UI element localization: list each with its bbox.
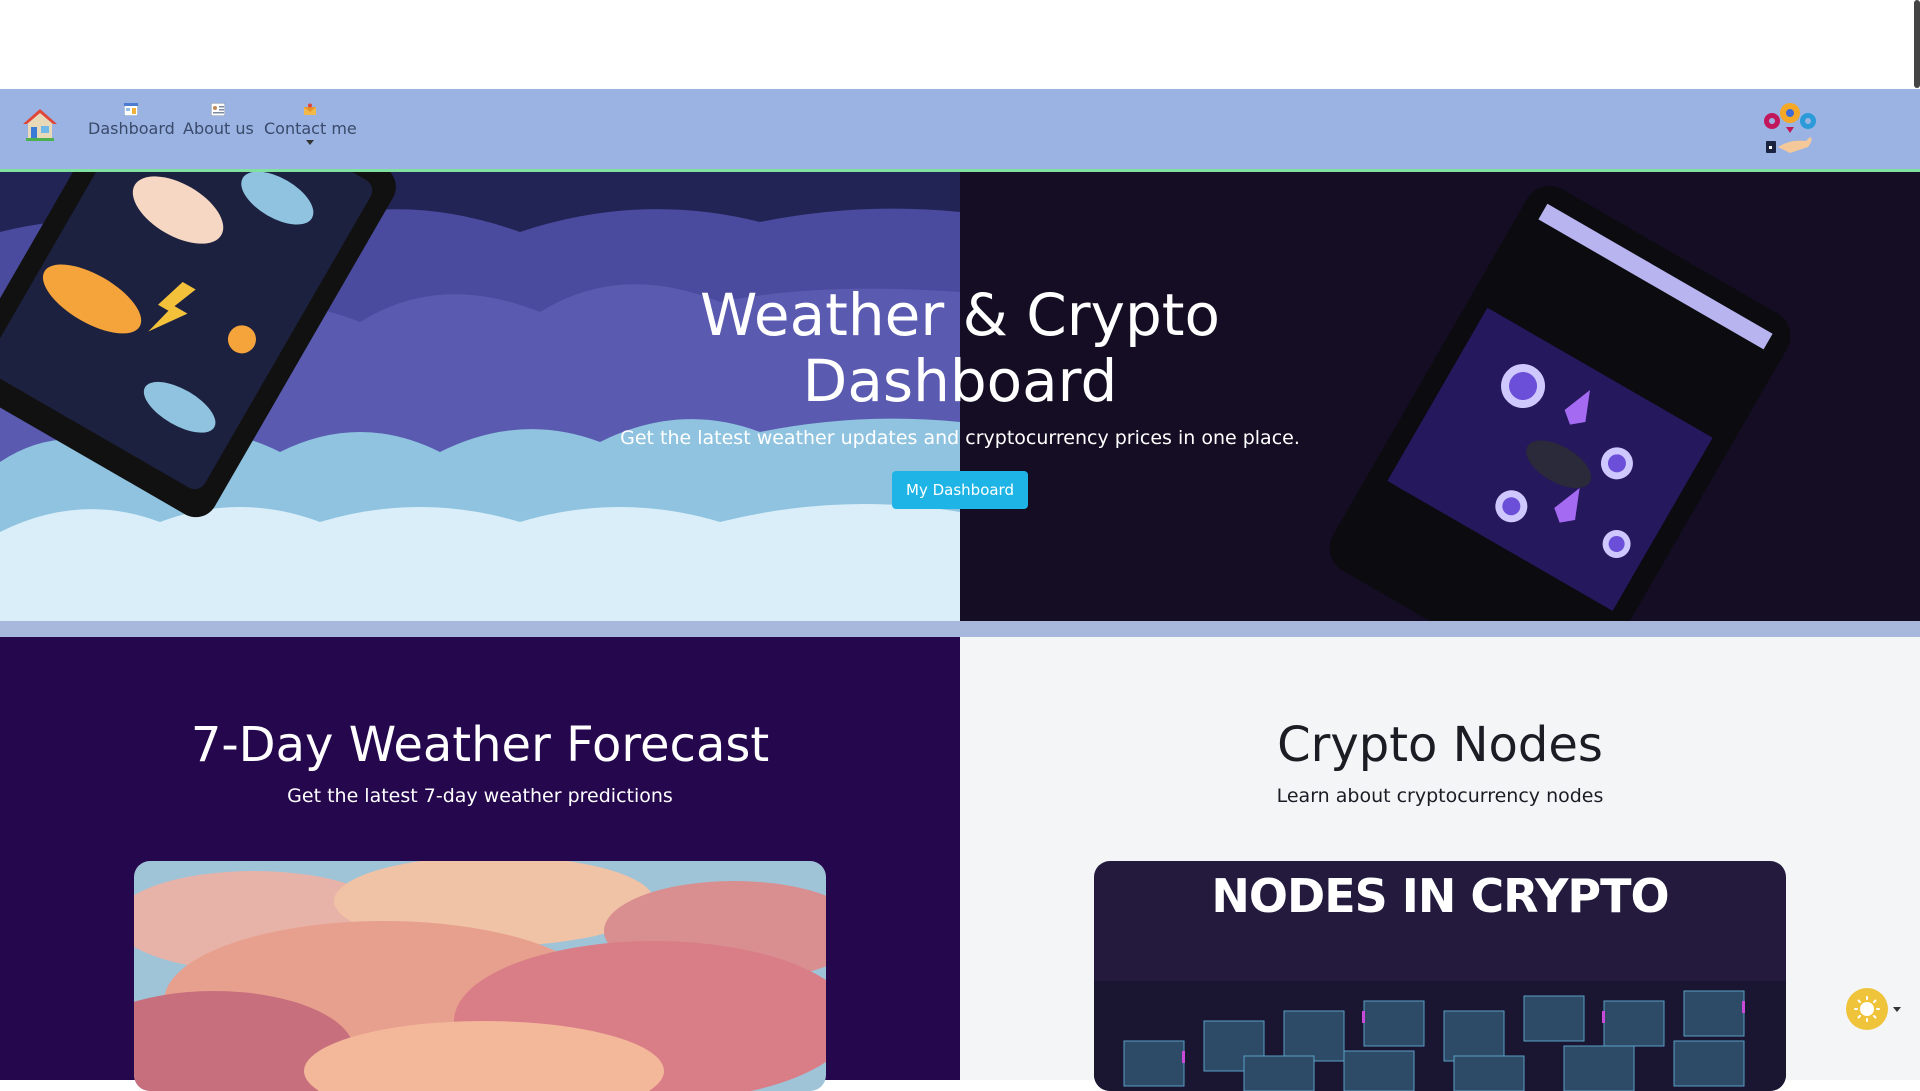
section-divider [0,621,1920,637]
hero-title-line1: Weather & Crypto [699,281,1221,349]
chevron-down-icon[interactable] [306,140,315,145]
theme-toggle-button[interactable] [1846,988,1888,1030]
crypto-card-heading: NODES IN CRYPTO [1211,869,1669,923]
about-icon [211,103,226,116]
theme-dropdown-chevron-icon[interactable] [1893,1007,1901,1012]
my-dashboard-button[interactable]: My Dashboard [892,471,1028,509]
weather-panel-subtitle: Get the latest 7-day weather predictions [287,785,673,807]
page-top-whitespace [0,0,1920,89]
sun-icon [1854,996,1880,1022]
sunset-clouds-image [134,861,826,1091]
hero-title: Weather & Crypto Dashboard [560,282,1360,414]
contact-icon [304,103,317,115]
scrollbar-thumb[interactable] [1914,0,1920,88]
nav-about-us[interactable]: About us [183,103,254,138]
crypto-nodes-panel: Crypto Nodes Learn about cryptocurrency … [960,637,1920,1091]
home-icon[interactable] [22,107,58,143]
nav-dashboard-label: Dashboard [88,119,175,138]
crypto-card[interactable]: NODES IN CRYPTO [1094,861,1786,1091]
nav-contact-me[interactable]: Contact me [264,103,357,145]
weather-panel-title: 7-Day Weather Forecast [190,717,770,773]
navbar: Dashboard About us Contact me [0,89,1920,172]
dashboard-icon [124,103,139,116]
crypto-panel-subtitle: Learn about cryptocurrency nodes [1276,785,1604,807]
weather-card[interactable] [134,861,826,1091]
nav-about-us-label: About us [183,119,254,138]
nav-dashboard[interactable]: Dashboard [88,103,175,138]
hero-section: Weather & Crypto Dashboard Get the lates… [0,172,1920,621]
gears-logo-icon[interactable] [1760,99,1822,155]
hero-title-line2: Dashboard [802,347,1118,415]
crypto-panel-title: Crypto Nodes [1277,717,1603,773]
hero-subtitle: Get the latest weather updates and crypt… [620,427,1300,449]
nav-contact-me-label: Contact me [264,119,357,138]
weather-forecast-panel: 7-Day Weather Forecast Get the latest 7-… [0,637,960,1091]
